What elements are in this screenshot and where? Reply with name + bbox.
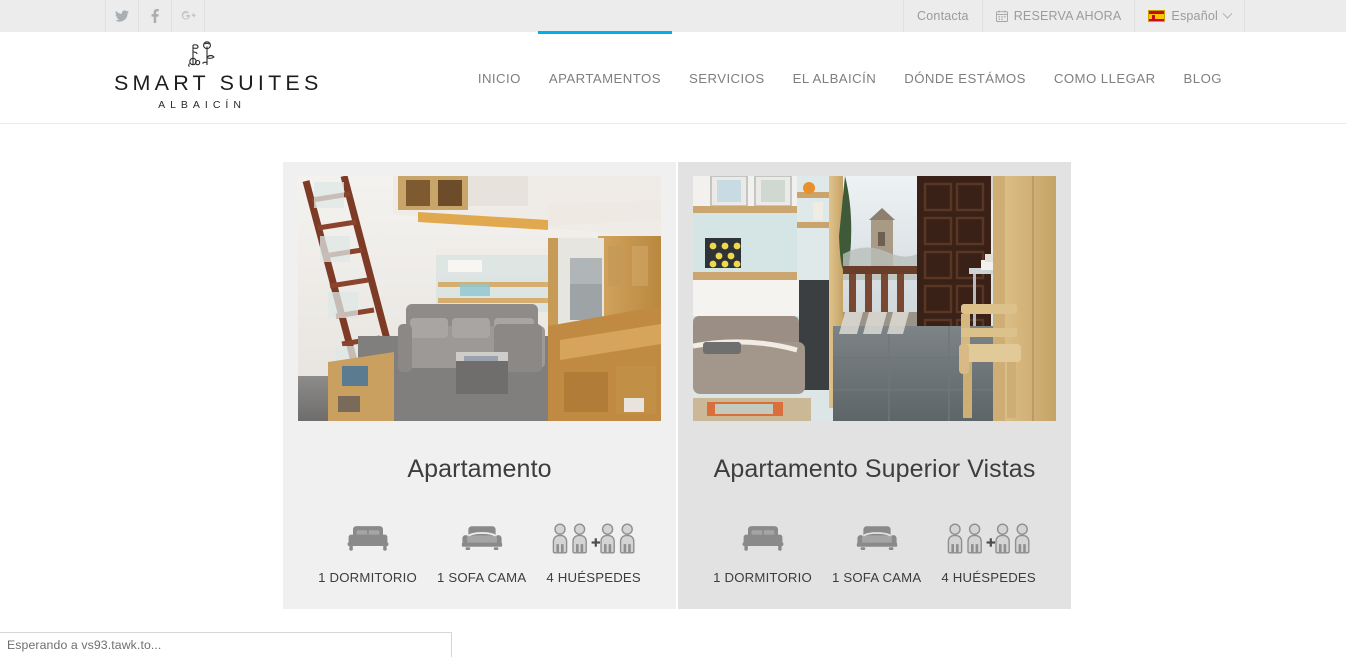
main-content: Apartamento 1 DORMITORIO 1 SOFA CAMA 4 H… xyxy=(0,124,1346,657)
book-now-button[interactable]: RESERVA AHORA xyxy=(981,0,1135,32)
guests-icon xyxy=(551,518,637,560)
spain-flag-icon xyxy=(1148,10,1166,22)
apartment-features: 1 DORMITORIO 1 SOFA CAMA 4 HUÉSPEDES xyxy=(703,518,1046,609)
nav-label: APARTAMENTOS xyxy=(548,70,661,86)
browser-status-bar: Esperando a vs93.tawk.to... xyxy=(0,632,452,657)
nav-item-apartamentos[interactable]: APARTAMENTOS xyxy=(535,31,675,124)
feature-bedrooms: 1 DORMITORIO xyxy=(308,518,427,585)
apartment-title: Apartamento Superior Vistas xyxy=(713,455,1036,483)
nav-label: SERVICIOS xyxy=(688,70,765,86)
google-plus-icon[interactable]: + xyxy=(171,0,205,32)
nav-item-donde-estamos[interactable]: DÓNDE ESTÁMOS xyxy=(890,32,1040,124)
feature-label: 4 HUÉSPEDES xyxy=(941,570,1036,585)
apartment-photo xyxy=(693,176,1056,421)
nav-item-servicios[interactable]: SERVICIOS xyxy=(675,32,779,124)
browser-page: + Contacta RESERVA AHORA Español SMART S… xyxy=(0,0,1346,657)
nav-label: EL ALBAICÍN xyxy=(792,70,877,86)
floral-key-ornament-icon xyxy=(114,41,290,71)
nav-label: INICIO xyxy=(477,70,521,86)
topbar-actions: Contacta RESERVA AHORA Español xyxy=(903,0,1245,32)
nav-label: COMO LLEGAR xyxy=(1053,70,1156,86)
language-selector[interactable]: Español xyxy=(1134,0,1245,32)
main-navigation: INICIO APARTAMENTOS SERVICIOS EL ALBAICÍ… xyxy=(464,31,1236,124)
book-now-label: RESERVA AHORA xyxy=(1013,9,1122,23)
chevron-down-icon xyxy=(1222,8,1233,19)
site-header: SMART SUITES ALBAICÍN INICIO APARTAMENTO… xyxy=(0,31,1346,124)
calendar-icon xyxy=(995,10,1008,22)
nav-item-blog[interactable]: BLOG xyxy=(1170,32,1236,124)
feature-label: 4 HUÉSPEDES xyxy=(546,570,641,585)
feature-label: 1 DORMITORIO xyxy=(713,570,812,585)
sofa-icon xyxy=(855,518,899,560)
language-label: Español xyxy=(1171,9,1218,23)
feature-label: 1 SOFA CAMA xyxy=(831,570,922,585)
social-links: + xyxy=(105,0,205,32)
nav-label: BLOG xyxy=(1183,70,1222,86)
nav-label: DÓNDE ESTÁMOS xyxy=(904,70,1026,86)
status-text: Esperando a vs93.tawk.to... xyxy=(7,638,162,652)
apartment-title: Apartamento xyxy=(407,455,552,483)
facebook-icon[interactable] xyxy=(138,0,172,32)
apartment-photo xyxy=(298,176,661,421)
feature-sofa-bed: 1 SOFA CAMA xyxy=(427,518,536,585)
twitter-icon[interactable] xyxy=(105,0,139,32)
apartment-card[interactable]: Apartamento 1 DORMITORIO 1 SOFA CAMA 4 H… xyxy=(283,162,676,609)
site-logo[interactable]: SMART SUITES ALBAICÍN xyxy=(114,41,323,112)
sofa-icon xyxy=(460,518,504,560)
nav-item-inicio[interactable]: INICIO xyxy=(464,32,535,124)
utility-topbar: + Contacta RESERVA AHORA Español xyxy=(0,0,1346,32)
svg-text:+: + xyxy=(191,11,193,15)
logo-name: SMART SUITES xyxy=(114,71,323,95)
feature-label: 1 SOFA CAMA xyxy=(436,570,527,585)
feature-bedrooms: 1 DORMITORIO xyxy=(703,518,822,585)
feature-guests: 4 HUÉSPEDES xyxy=(536,518,651,585)
bed-icon xyxy=(741,518,785,560)
feature-guests: 4 HUÉSPEDES xyxy=(931,518,1046,585)
feature-sofa-bed: 1 SOFA CAMA xyxy=(822,518,931,585)
guests-icon xyxy=(946,518,1032,560)
contact-link[interactable]: Contacta xyxy=(903,0,982,32)
contact-label: Contacta xyxy=(917,9,969,23)
apartment-card[interactable]: Apartamento Superior Vistas 1 DORMITORIO… xyxy=(678,162,1071,609)
apartment-card-list: Apartamento 1 DORMITORIO 1 SOFA CAMA 4 H… xyxy=(283,162,1071,609)
feature-label: 1 DORMITORIO xyxy=(318,570,417,585)
nav-item-como-llegar[interactable]: COMO LLEGAR xyxy=(1040,32,1170,124)
bed-icon xyxy=(346,518,390,560)
logo-subtitle: ALBAICÍN xyxy=(158,99,246,112)
apartment-features: 1 DORMITORIO 1 SOFA CAMA 4 HUÉSPEDES xyxy=(308,518,651,609)
nav-item-el-albaicin[interactable]: EL ALBAICÍN xyxy=(779,32,891,124)
